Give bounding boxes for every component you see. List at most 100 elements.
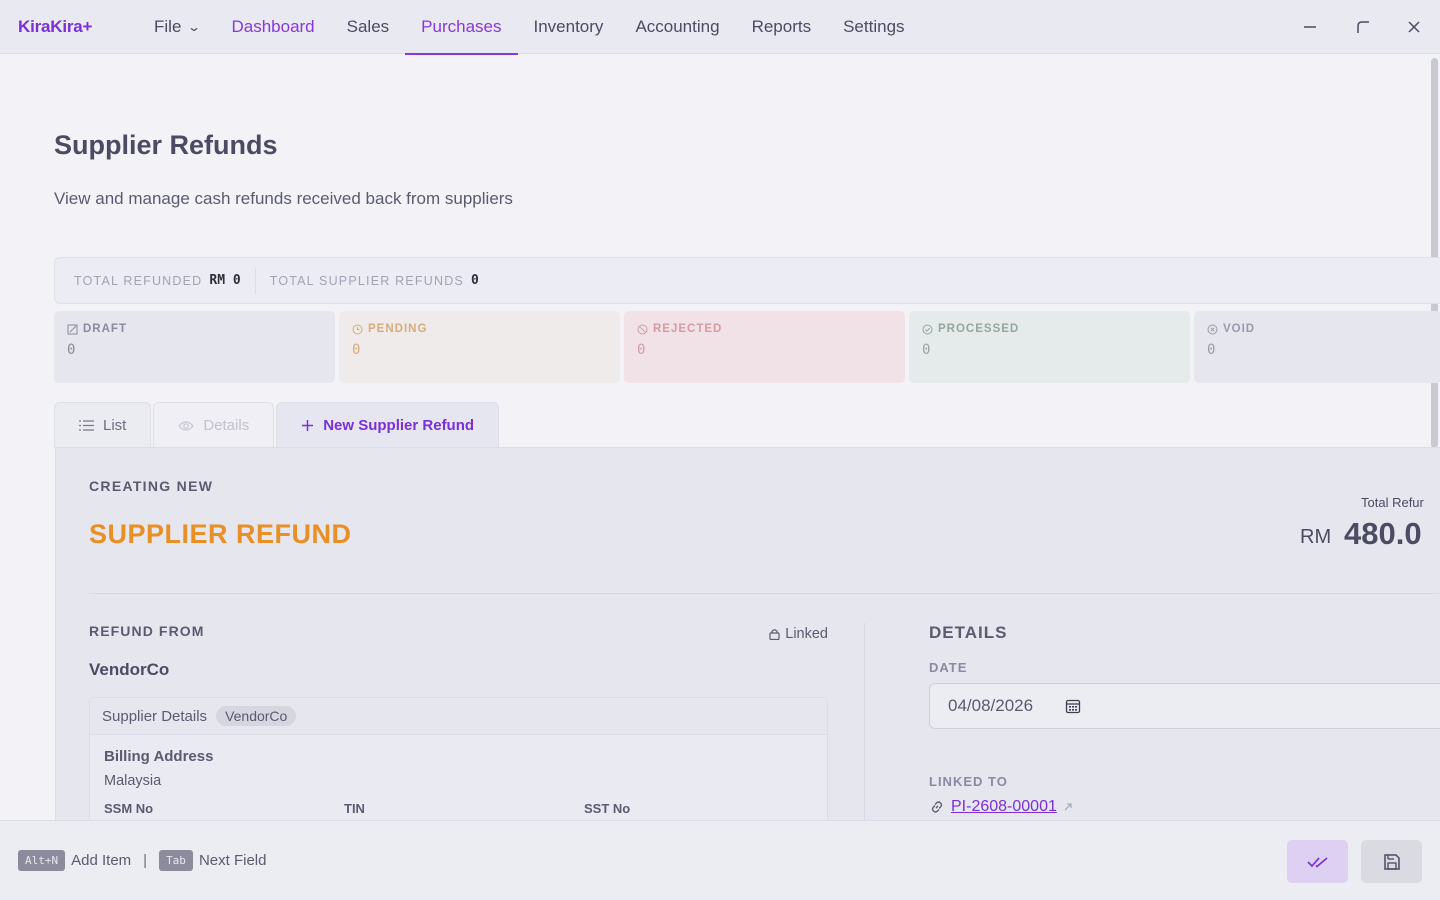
submit-button[interactable] xyxy=(1287,840,1348,883)
tab-new-supplier-refund[interactable]: New Supplier Refund xyxy=(276,402,500,448)
minimize-icon xyxy=(1304,26,1316,28)
file-menu-label: File xyxy=(154,17,182,36)
total-refund-value: 480.0 xyxy=(1344,516,1422,551)
divider xyxy=(89,593,1439,594)
maximize-button[interactable] xyxy=(1349,13,1377,41)
tab-list[interactable]: List xyxy=(54,402,152,448)
status-card-draft[interactable]: DRAFT 0 xyxy=(54,311,335,383)
details-heading: DETAILS xyxy=(929,623,1008,642)
linked-invoice-link[interactable]: PI-2608-00001 xyxy=(951,798,1057,816)
totals-bar: TOTAL REFUNDED RM 0 TOTAL SUPPLIER REFUN… xyxy=(54,257,1440,304)
nav-inventory[interactable]: Inventory xyxy=(518,0,620,54)
keyboard-hints: Alt+N Add Item | Tab Next Field xyxy=(18,850,266,871)
refund-from-section: REFUND FROM Linked VendorCo Supplier Det… xyxy=(89,623,828,847)
nav-sales[interactable]: Sales xyxy=(331,0,406,54)
nav-settings[interactable]: Settings xyxy=(827,0,920,54)
tab-details[interactable]: Details xyxy=(153,402,275,448)
total-refunded-label: TOTAL REFUNDED xyxy=(74,273,203,288)
top-bar: KiraKira+ File ⌄ Dashboard Sales Purchas… xyxy=(0,0,1440,55)
linked-to-row: PI-2608-00001 xyxy=(929,798,1440,816)
linked-to-label: LINKED TO xyxy=(929,774,1008,789)
hint-key: Alt+N xyxy=(18,850,66,871)
tab-list-label: List xyxy=(103,417,127,434)
total-refund-label: Total Refur xyxy=(1361,495,1424,510)
total-refund-currency: RM xyxy=(1300,526,1332,548)
view-tabs: List Details New Supplier Refund xyxy=(54,402,501,448)
total-count-label: TOTAL SUPPLIER REFUNDS xyxy=(269,273,464,288)
check-circle-icon xyxy=(922,324,933,334)
status-card-processed[interactable]: PROCESSED 0 xyxy=(909,311,1190,383)
divider: | xyxy=(143,852,148,869)
maximize-icon xyxy=(1357,21,1369,33)
creating-label: CREATING NEW xyxy=(89,478,214,494)
minimize-button[interactable] xyxy=(1296,13,1324,41)
external-link-icon[interactable] xyxy=(1063,802,1073,812)
main-nav: File ⌄ Dashboard Sales Purchases Invento… xyxy=(138,0,921,55)
edit-icon xyxy=(67,324,78,334)
x-circle-icon xyxy=(1207,324,1218,334)
list-icon xyxy=(79,420,94,431)
details-section: DETAILS DATE 04/08/2026 LINKED TO PI-260… xyxy=(929,623,1440,816)
status-count: 0 xyxy=(67,342,76,358)
app-logo: KiraKira+ xyxy=(18,17,93,36)
footer-bar: Alt+N Add Item | Tab Next Field xyxy=(0,820,1440,900)
supplier-name: VendorCo xyxy=(89,660,170,679)
page-subtitle: View and manage cash refunds received ba… xyxy=(54,189,513,208)
scrollbar-thumb[interactable] xyxy=(1431,58,1438,448)
billing-address-label: Billing Address xyxy=(104,748,214,765)
block-icon xyxy=(637,324,648,334)
divider xyxy=(254,267,256,294)
save-button[interactable] xyxy=(1361,840,1422,883)
total-refunded-value: RM 0 xyxy=(209,273,241,288)
nav-purchases[interactable]: Purchases xyxy=(405,0,518,55)
hint-key: Tab xyxy=(159,850,193,871)
billing-address-value: Malaysia xyxy=(104,773,162,789)
status-label: DRAFT xyxy=(83,323,127,335)
document-type: SUPPLIER REFUND xyxy=(89,519,352,549)
total-count-value: 0 xyxy=(470,273,479,288)
clock-icon xyxy=(352,324,363,334)
status-count: 0 xyxy=(352,342,361,358)
close-button[interactable] xyxy=(1400,13,1428,41)
double-check-icon xyxy=(1306,856,1328,868)
eye-icon xyxy=(178,420,195,431)
page-title: Supplier Refunds xyxy=(54,130,278,160)
status-label: PENDING xyxy=(368,323,428,335)
plus-icon xyxy=(302,420,314,431)
hint-text: Add Item xyxy=(71,852,132,869)
status-label: PROCESSED xyxy=(938,323,1020,335)
status-count: 0 xyxy=(922,342,931,358)
status-card-pending[interactable]: PENDING 0 xyxy=(339,311,620,383)
status-label: VOID xyxy=(1223,323,1256,335)
link-icon xyxy=(931,801,943,813)
linked-badge: Linked xyxy=(769,626,828,642)
date-value: 04/08/2026 xyxy=(948,696,1034,715)
status-count: 0 xyxy=(637,342,646,358)
nav-reports[interactable]: Reports xyxy=(736,0,828,54)
ssm-label: SSM No xyxy=(104,801,154,816)
refund-form-panel: CREATING NEW SUPPLIER REFUND Total Refur… xyxy=(55,447,1440,847)
date-input[interactable]: 04/08/2026 xyxy=(929,683,1440,729)
tab-details-label: Details xyxy=(203,417,250,434)
status-card-rejected[interactable]: REJECTED 0 xyxy=(624,311,905,383)
status-label: REJECTED xyxy=(653,323,723,335)
nav-accounting[interactable]: Accounting xyxy=(619,0,735,54)
chevron-down-icon: ⌄ xyxy=(187,20,202,34)
supplier-ids: SSM No TIN SST No xyxy=(104,801,827,816)
column-divider xyxy=(864,623,865,843)
save-icon xyxy=(1383,853,1400,870)
hint-text: Next Field xyxy=(198,852,267,869)
tin-label: TIN xyxy=(344,801,365,816)
refund-from-heading: REFUND FROM xyxy=(89,623,205,639)
calendar-icon[interactable] xyxy=(1065,698,1081,714)
status-cards: DRAFT 0 PENDING 0 REJECTED 0 PROCESSED 0… xyxy=(54,311,1440,383)
supplier-details-header: Supplier Details VendorCo xyxy=(90,698,827,735)
nav-dashboard[interactable]: Dashboard xyxy=(215,0,330,54)
sst-label: SST No xyxy=(584,801,631,816)
tab-new-label: New Supplier Refund xyxy=(323,417,475,434)
supplier-chip: VendorCo xyxy=(216,706,297,726)
file-menu[interactable]: File ⌄ xyxy=(138,0,215,54)
supplier-details-label: Supplier Details xyxy=(102,707,208,725)
close-icon xyxy=(1408,21,1420,33)
status-card-void[interactable]: VOID 0 xyxy=(1194,311,1440,383)
